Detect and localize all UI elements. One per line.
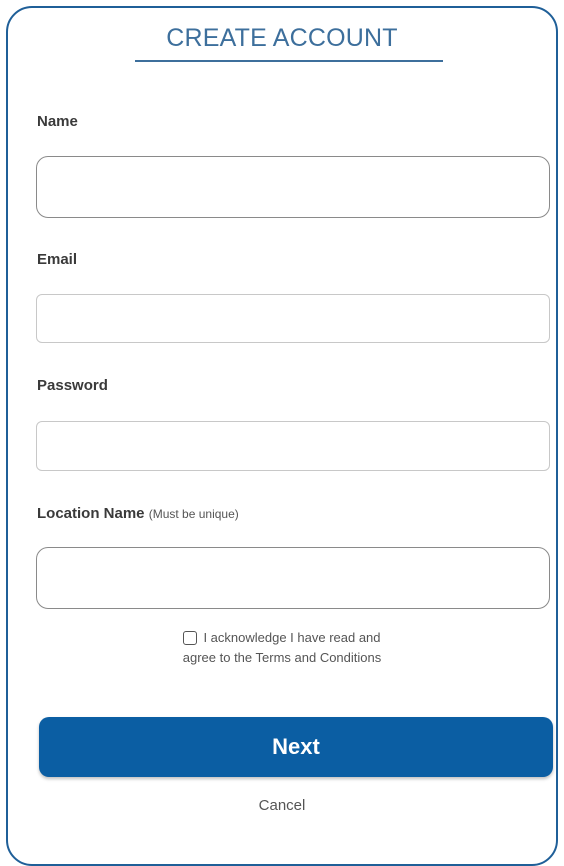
terms-line-1-row: I acknowledge I have read and: [0, 628, 564, 648]
terms-line-2: agree to the Terms and Conditions: [182, 650, 382, 665]
email-label: Email: [37, 251, 78, 268]
terms-line-1: I acknowledge I have read and: [203, 630, 381, 645]
location-name-label-text: Location Name: [37, 505, 145, 522]
location-name-hint: (Must be unique): [148, 507, 239, 521]
name-field[interactable]: [36, 156, 550, 218]
password-field[interactable]: [36, 421, 550, 471]
cancel-link[interactable]: Cancel: [0, 797, 564, 814]
title-underline: [135, 60, 443, 62]
name-label: Name: [37, 113, 78, 130]
location-name-field[interactable]: [36, 547, 550, 609]
page-title: CREATE ACCOUNT: [166, 24, 398, 52]
terms-checkbox[interactable]: [183, 631, 198, 645]
password-label: Password: [37, 377, 108, 394]
location-name-label: Location Name (Must be unique): [37, 505, 239, 522]
email-field[interactable]: [36, 294, 550, 343]
terms-acknowledgement: I acknowledge I have read and agree to t…: [0, 628, 564, 668]
next-button[interactable]: Next: [39, 717, 553, 777]
